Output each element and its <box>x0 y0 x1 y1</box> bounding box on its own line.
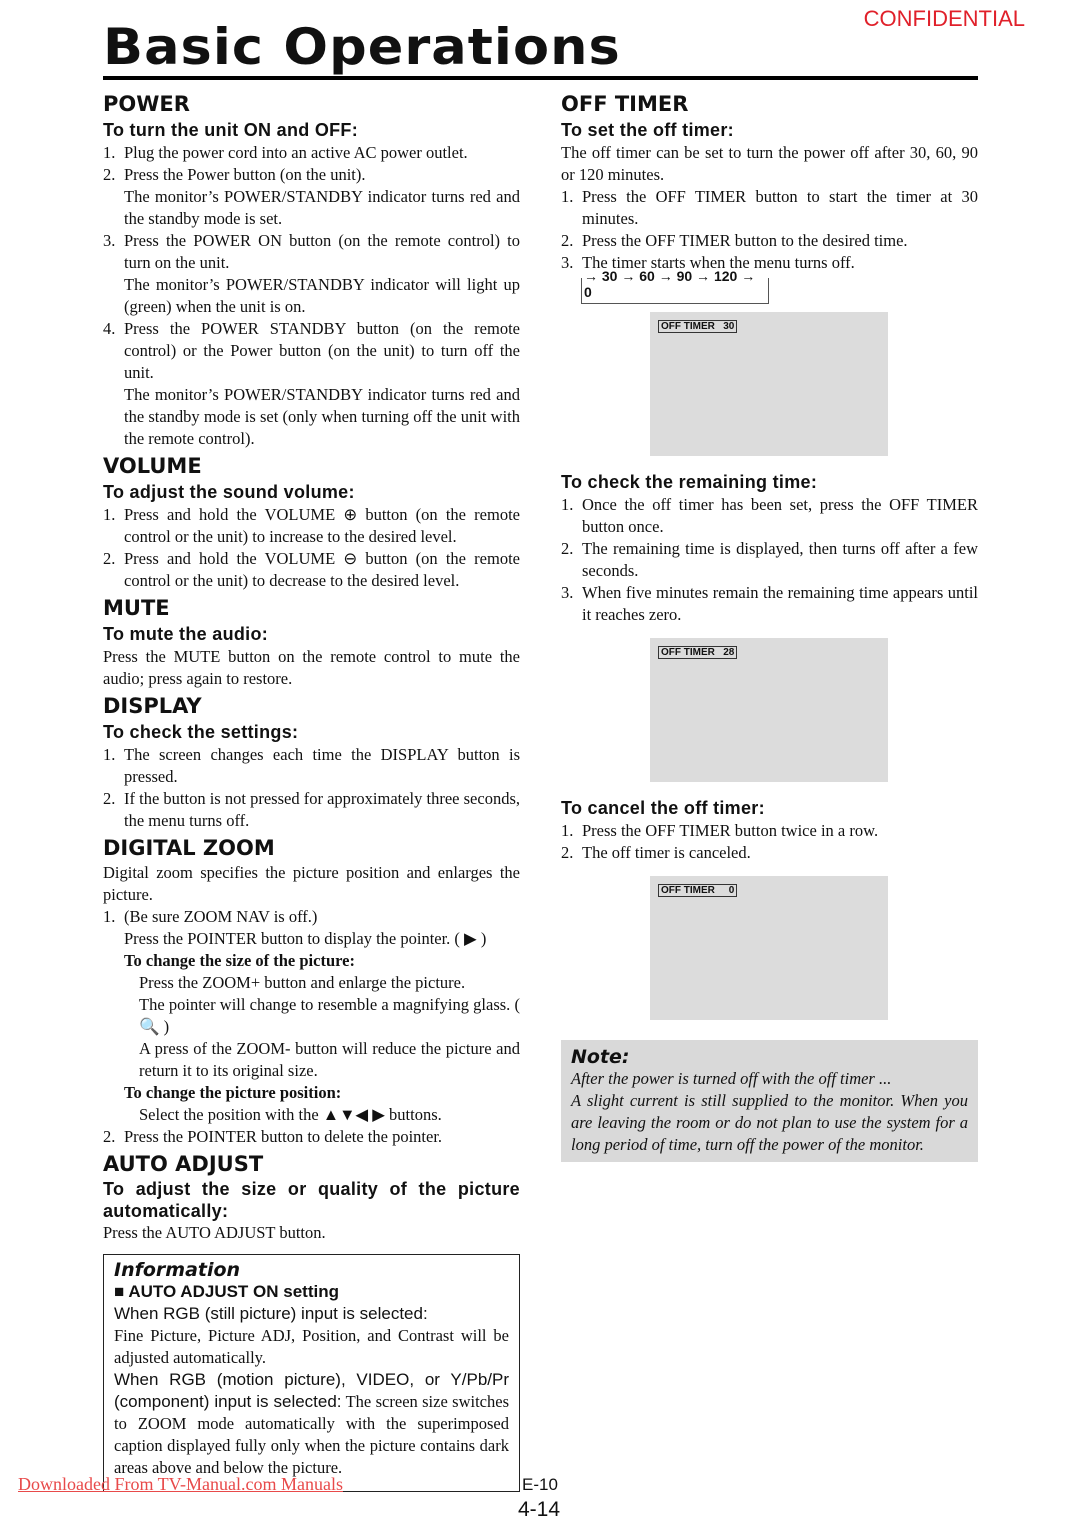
list-item: 1. Press the OFF TIMER button to start th… <box>561 187 978 228</box>
title-rule <box>103 76 978 80</box>
volume-subheading: To adjust the sound volume: <box>103 482 355 502</box>
power-list: 1. Plug the power cord into an active AC … <box>103 142 520 450</box>
osd-label: OFF TIMER 0 <box>658 884 738 897</box>
osd-label: OFF TIMER 28 <box>658 646 738 659</box>
timer-cycle-diagram: → 30 → 60 → 90 → 120 → 0 <box>581 268 769 304</box>
osd-screen: OFF TIMER 28 <box>650 638 888 782</box>
mute-heading: MUTE <box>103 596 170 620</box>
off-timer-list: 1. Press the OFF TIMER button to start th… <box>561 186 978 274</box>
zoom-position-text: Select the position with the ▲▼◀ ▶ butto… <box>139 1105 442 1124</box>
osd-screen: OFF TIMER 0 <box>650 876 888 1020</box>
download-link[interactable]: Downloaded From TV-Manual.com Manuals <box>18 1474 343 1495</box>
list-item: 1. Press and hold the VOLUME ⊕ button (on… <box>103 505 520 546</box>
display-heading: DISPLAY <box>103 694 202 718</box>
list-item-detail: The monitor’s POWER/STANDBY indicator tu… <box>124 385 520 448</box>
check-list: 1. Once the off timer has been set, press… <box>561 494 978 626</box>
off-timer-intro: The off timer can be set to turn the pow… <box>561 143 978 184</box>
information-box: Information ■ AUTO ADJUST ON setting Whe… <box>103 1254 520 1492</box>
note-text: After the power is turned off with the o… <box>571 1069 892 1088</box>
page-number: E-10 <box>522 1475 558 1494</box>
list-item: 2. The off timer is canceled. <box>561 843 751 862</box>
power-subheading: To turn the unit ON and OFF: <box>103 120 359 140</box>
volume-list: 1. Press and hold the VOLUME ⊕ button (on… <box>103 504 520 592</box>
zoom-size-text: Press the ZOOM+ button and enlarge the p… <box>139 973 466 992</box>
information-text: Fine Picture, Picture ADJ, Position, and… <box>114 1326 509 1367</box>
zoom-size-text: A press of the ZOOM- button will reduce … <box>139 1039 520 1080</box>
check-subheading: To check the remaining time: <box>561 472 818 492</box>
power-heading: POWER <box>103 92 190 116</box>
zoom-pointer-text: Press the POINTER button to display the … <box>124 929 487 948</box>
off-timer-heading: OFF TIMER <box>561 92 689 116</box>
left-column: POWER To turn the unit ON and OFF: 1. Plu… <box>103 88 520 1244</box>
zoom-position-heading: To change the picture position: <box>124 1083 342 1102</box>
confidential-label: CONFIDENTIAL <box>863 6 1025 31</box>
page-title: Basic Operations <box>103 18 621 76</box>
cancel-list: 1. Press the OFF TIMER button twice in a … <box>561 820 978 864</box>
list-item-detail: The monitor’s POWER/STANDBY indicator tu… <box>124 187 520 228</box>
zoom-intro: Digital zoom specifies the picture posit… <box>103 863 520 904</box>
list-item: 2. Press the Power button (on the unit). <box>103 165 366 184</box>
display-list: 1. The screen changes each time the DISPL… <box>103 744 520 832</box>
list-item: 1. Press the OFF TIMER button twice in a … <box>561 821 879 840</box>
zoom-heading: DIGITAL ZOOM <box>103 836 275 860</box>
list-item: 2. Press the OFF TIMER button to the desi… <box>561 231 908 250</box>
list-item: 2. If the button is not pressed for appro… <box>103 789 520 830</box>
list-item: 3. When five minutes remain the remaining… <box>561 583 978 624</box>
note-text: A slight current is still supplied to th… <box>571 1091 968 1154</box>
list-item: 1. Plug the power cord into an active AC … <box>103 143 468 162</box>
list-item: 1. The screen changes each time the DISPL… <box>103 745 520 786</box>
list-item: 3. Press the POWER ON button (on the remo… <box>103 231 520 272</box>
note-box: Note: After the power is turned off with… <box>561 1040 978 1162</box>
osd-screen: OFF TIMER 30 <box>650 312 888 456</box>
list-item: 1. (Be sure ZOOM NAV is off.) <box>103 907 318 926</box>
information-heading: Information <box>114 1259 241 1281</box>
list-item: 4. Press the POWER STANDBY button (on the… <box>103 319 520 382</box>
display-subheading: To check the settings: <box>103 722 299 742</box>
information-text: When RGB (still picture) input is select… <box>114 1304 428 1323</box>
volume-heading: VOLUME <box>103 454 202 478</box>
list-item: 1. Once the off timer has been set, press… <box>561 495 978 536</box>
list-item: 2. The remaining time is displayed, then … <box>561 539 978 580</box>
note-heading: Note: <box>571 1046 630 1068</box>
page-number: 4-14 <box>518 1498 561 1521</box>
auto-adjust-heading: AUTO ADJUST <box>103 1152 264 1176</box>
off-timer-subheading: To set the off timer: <box>561 120 734 140</box>
osd-label: OFF TIMER 30 <box>658 320 738 333</box>
list-item-detail: The monitor’s POWER/STANDBY indicator wi… <box>124 275 520 316</box>
list-item: 2. Press and hold the VOLUME ⊖ button (on… <box>103 549 520 590</box>
cancel-subheading: To cancel the off timer: <box>561 798 765 818</box>
zoom-size-text: The pointer will change to resemble a ma… <box>139 995 520 1036</box>
list-item: 2. Press the POINTER button to delete the… <box>103 1127 443 1146</box>
right-column: OFF TIMER To set the off timer: The off … <box>561 88 978 1162</box>
mute-subheading: To mute the audio: <box>103 624 269 644</box>
information-subheading: ■ AUTO ADJUST ON setting <box>114 1282 339 1301</box>
auto-adjust-text: Press the AUTO ADJUST button. <box>103 1223 326 1242</box>
auto-adjust-subheading: To adjust the size or quality of the pic… <box>103 1179 520 1221</box>
zoom-size-heading: To change the size of the picture: <box>124 951 355 970</box>
mute-text: Press the MUTE button on the remote cont… <box>103 647 520 688</box>
